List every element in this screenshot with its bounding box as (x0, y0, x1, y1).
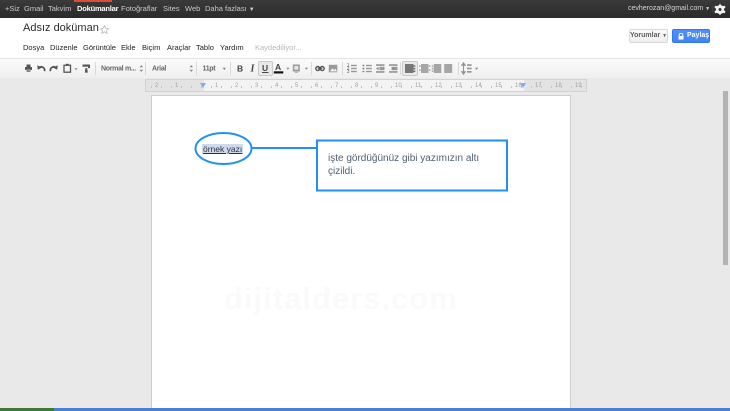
svg-text:U: U (262, 63, 268, 73)
svg-text:3: 3 (347, 69, 350, 75)
svg-text:Arial: Arial (152, 66, 166, 73)
svg-text:11pt: 11pt (203, 66, 217, 73)
svg-text:Normal m...: Normal m... (101, 66, 136, 73)
svg-text:B: B (237, 64, 243, 74)
svg-text:A: A (275, 62, 281, 72)
svg-text:I: I (250, 64, 256, 75)
